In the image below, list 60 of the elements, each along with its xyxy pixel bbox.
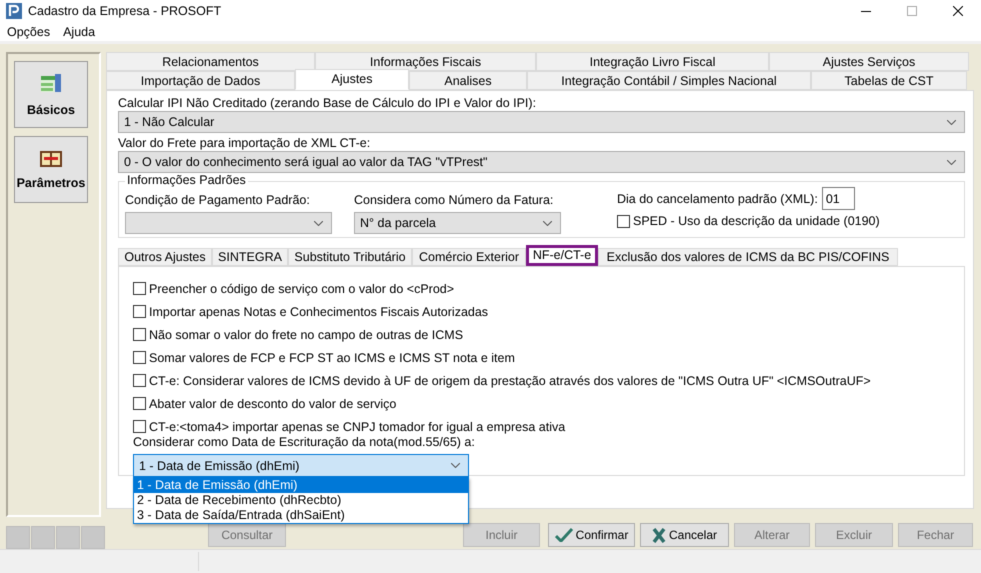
action-button[interactable]: Cancelar	[640, 523, 729, 548]
dropdown-option[interactable]: 1 - Data de Emissão (dhEmi)	[134, 478, 468, 494]
dropdown[interactable]: 1 - Não Calcular	[118, 111, 965, 134]
checkbox[interactable]: CT-e: Considerar valores de ICMS devido à UF de origem da prestação através dos valores de "ICMS Outra UF" <ICMSOutraUF>	[133, 369, 964, 392]
maximize-icon[interactable]	[907, 6, 917, 16]
tab[interactable]: Integração Contábil / Simples Nacional	[527, 71, 811, 90]
tab[interactable]: Substituto Tributário	[288, 248, 412, 266]
checkmark-icon	[554, 528, 573, 542]
menu-item[interactable]: Opções	[7, 25, 50, 39]
tab[interactable]: Comércio Exterior	[412, 248, 526, 266]
tab[interactable]: SINTEGRA	[212, 248, 288, 266]
field-label: Considera como Número da Fatura:	[354, 193, 554, 208]
dropdown[interactable]: N° da parcela	[354, 212, 561, 234]
tab[interactable]: Exclusão dos valores de ICMS da BC PIS/COFINS	[598, 248, 898, 266]
menu-item[interactable]: Ajuda	[63, 25, 96, 39]
tab[interactable]: Outros Ajustes	[118, 248, 212, 266]
tab[interactable]: Tabelas de CST	[811, 71, 967, 90]
chevron-icon	[543, 220, 552, 226]
checkbox[interactable]: Somar valores de FCP e FCP ST ao ICMS e ICMS ST nota e item	[133, 346, 964, 370]
checkbox[interactable]: Preencher o código de serviço com o valor do <cProd>	[133, 277, 964, 300]
tab[interactable]: Ajustes Serviços	[769, 52, 969, 72]
action-button[interactable]: Confirmar	[548, 523, 635, 548]
close-icon[interactable]	[953, 6, 963, 16]
tab[interactable]: Informações Fiscais	[315, 52, 536, 72]
blank-button[interactable]	[81, 526, 105, 550]
dropdown[interactable]	[125, 212, 332, 234]
tab[interactable]: NF-e/CT-e	[526, 245, 598, 266]
checkbox[interactable]: Não somar o valor do frete no campo de outras de ICMS	[133, 323, 964, 346]
chevron-icon	[314, 220, 323, 226]
tab[interactable]: Relacionamentos	[106, 52, 315, 72]
chevron-icon	[947, 160, 956, 165]
group-title: Informações Padrões	[125, 173, 248, 188]
dropdown-option[interactable]: 3 - Data de Saída/Entrada (dhSaiEnt)	[134, 508, 468, 524]
checkbox[interactable]: Importar apenas Notas e Conhecimentos Fiscais Autorizadas	[133, 300, 964, 324]
blank-button[interactable]	[56, 526, 80, 550]
checkbox[interactable]: Abater valor de desconto do valor de serviço	[133, 392, 964, 416]
window-title: Cadastro da Empresa - PROSOFT	[28, 4, 222, 18]
tab[interactable]: Importação de Dados	[106, 71, 295, 90]
sidebar-button[interactable]: Parâmetros	[14, 136, 88, 204]
field-label: Dia do cancelamento padrão (XML):	[617, 192, 818, 206]
dropdown[interactable]: 0 - O valor do conhecimento será igual ao valor da TAG "vTPrest"	[118, 151, 965, 174]
chevron-icon	[947, 120, 956, 125]
app-logo-icon	[6, 3, 22, 20]
tab[interactable]: Ajustes	[295, 69, 409, 90]
checkbox[interactable]: SPED - Uso da descrição da unidade (0190)	[617, 214, 880, 228]
blank-button[interactable]	[31, 526, 55, 550]
tab[interactable]: Analises	[409, 71, 527, 90]
chevron-icon	[451, 463, 460, 468]
tab[interactable]: Integração Livro Fiscal	[536, 52, 769, 72]
book-icon	[40, 150, 62, 168]
sidebar-button[interactable]: Básicos	[14, 61, 88, 128]
input-field[interactable]: 01	[822, 187, 855, 210]
field-label: Valor do Frete para importação de XML CT-e:	[118, 135, 372, 152]
blank-button[interactable]	[6, 526, 30, 550]
spreadsheet-icon	[40, 72, 62, 95]
x-icon	[652, 528, 666, 543]
field-label: Condição de Pagamento Padrão:	[125, 193, 311, 208]
dropdown[interactable]: 1 - Data de Emissão (dhEmi)	[133, 454, 469, 478]
field-label: Calcular IPI Não Creditado (zerando Base de Cálculo do IPI e Valor do IPI):	[118, 95, 538, 112]
dropdown-option[interactable]: 2 - Data de Recebimento (dhRecbto)	[134, 493, 468, 508]
